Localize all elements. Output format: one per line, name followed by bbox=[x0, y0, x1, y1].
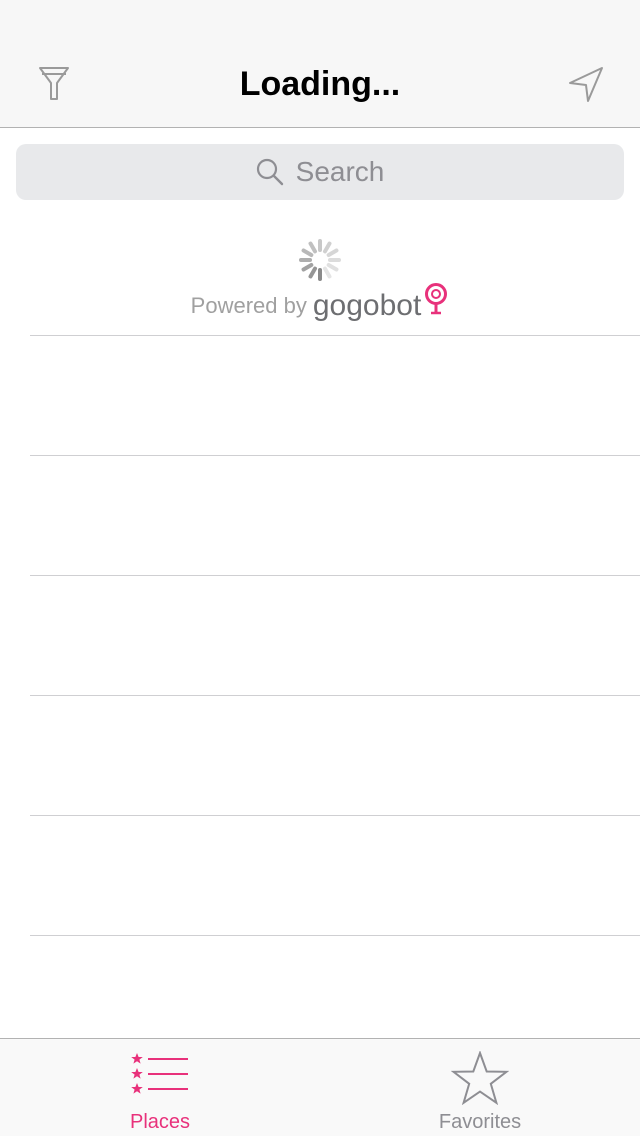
tab-favorites-label: Favorites bbox=[438, 1111, 522, 1133]
places-list bbox=[0, 335, 640, 1055]
list-item[interactable] bbox=[0, 455, 640, 575]
list-item[interactable] bbox=[0, 695, 640, 815]
loading-indicator: Powered by gogobot bbox=[0, 230, 640, 335]
page-title: Loading... bbox=[239, 65, 401, 103]
row-separator bbox=[30, 695, 640, 696]
list-item[interactable] bbox=[0, 935, 640, 1055]
filter-icon bbox=[39, 67, 69, 100]
tab-places-label: Places bbox=[129, 1111, 191, 1133]
starred-list-icon bbox=[131, 1053, 188, 1094]
brand-logo-text: gogobot bbox=[312, 289, 422, 322]
search-placeholder: Search bbox=[295, 156, 385, 187]
gogobot-pin-icon bbox=[425, 283, 448, 315]
location-arrow-icon bbox=[569, 67, 603, 102]
powered-by-label: Powered by bbox=[190, 293, 307, 318]
powered-by-gogobot: Powered by gogobot bbox=[0, 282, 640, 324]
row-separator bbox=[30, 455, 640, 456]
tab-places[interactable]: Places bbox=[0, 1039, 320, 1137]
search-icon bbox=[256, 158, 283, 186]
list-item[interactable] bbox=[0, 575, 640, 695]
list-item[interactable] bbox=[0, 815, 640, 935]
row-separator bbox=[30, 575, 640, 576]
tab-favorites[interactable]: Favorites bbox=[320, 1039, 640, 1137]
row-separator bbox=[30, 815, 640, 816]
tab-bar: Places Favorites bbox=[0, 1038, 640, 1136]
row-separator bbox=[30, 935, 640, 936]
search-input[interactable]: Search bbox=[16, 144, 624, 200]
filter-button[interactable] bbox=[30, 60, 78, 108]
star-icon bbox=[451, 1051, 509, 1105]
list-item[interactable] bbox=[0, 335, 640, 455]
row-separator bbox=[30, 335, 640, 336]
navigation-bar: Loading... bbox=[0, 0, 640, 128]
spinner-icon bbox=[299, 239, 341, 281]
location-button[interactable] bbox=[562, 60, 610, 108]
